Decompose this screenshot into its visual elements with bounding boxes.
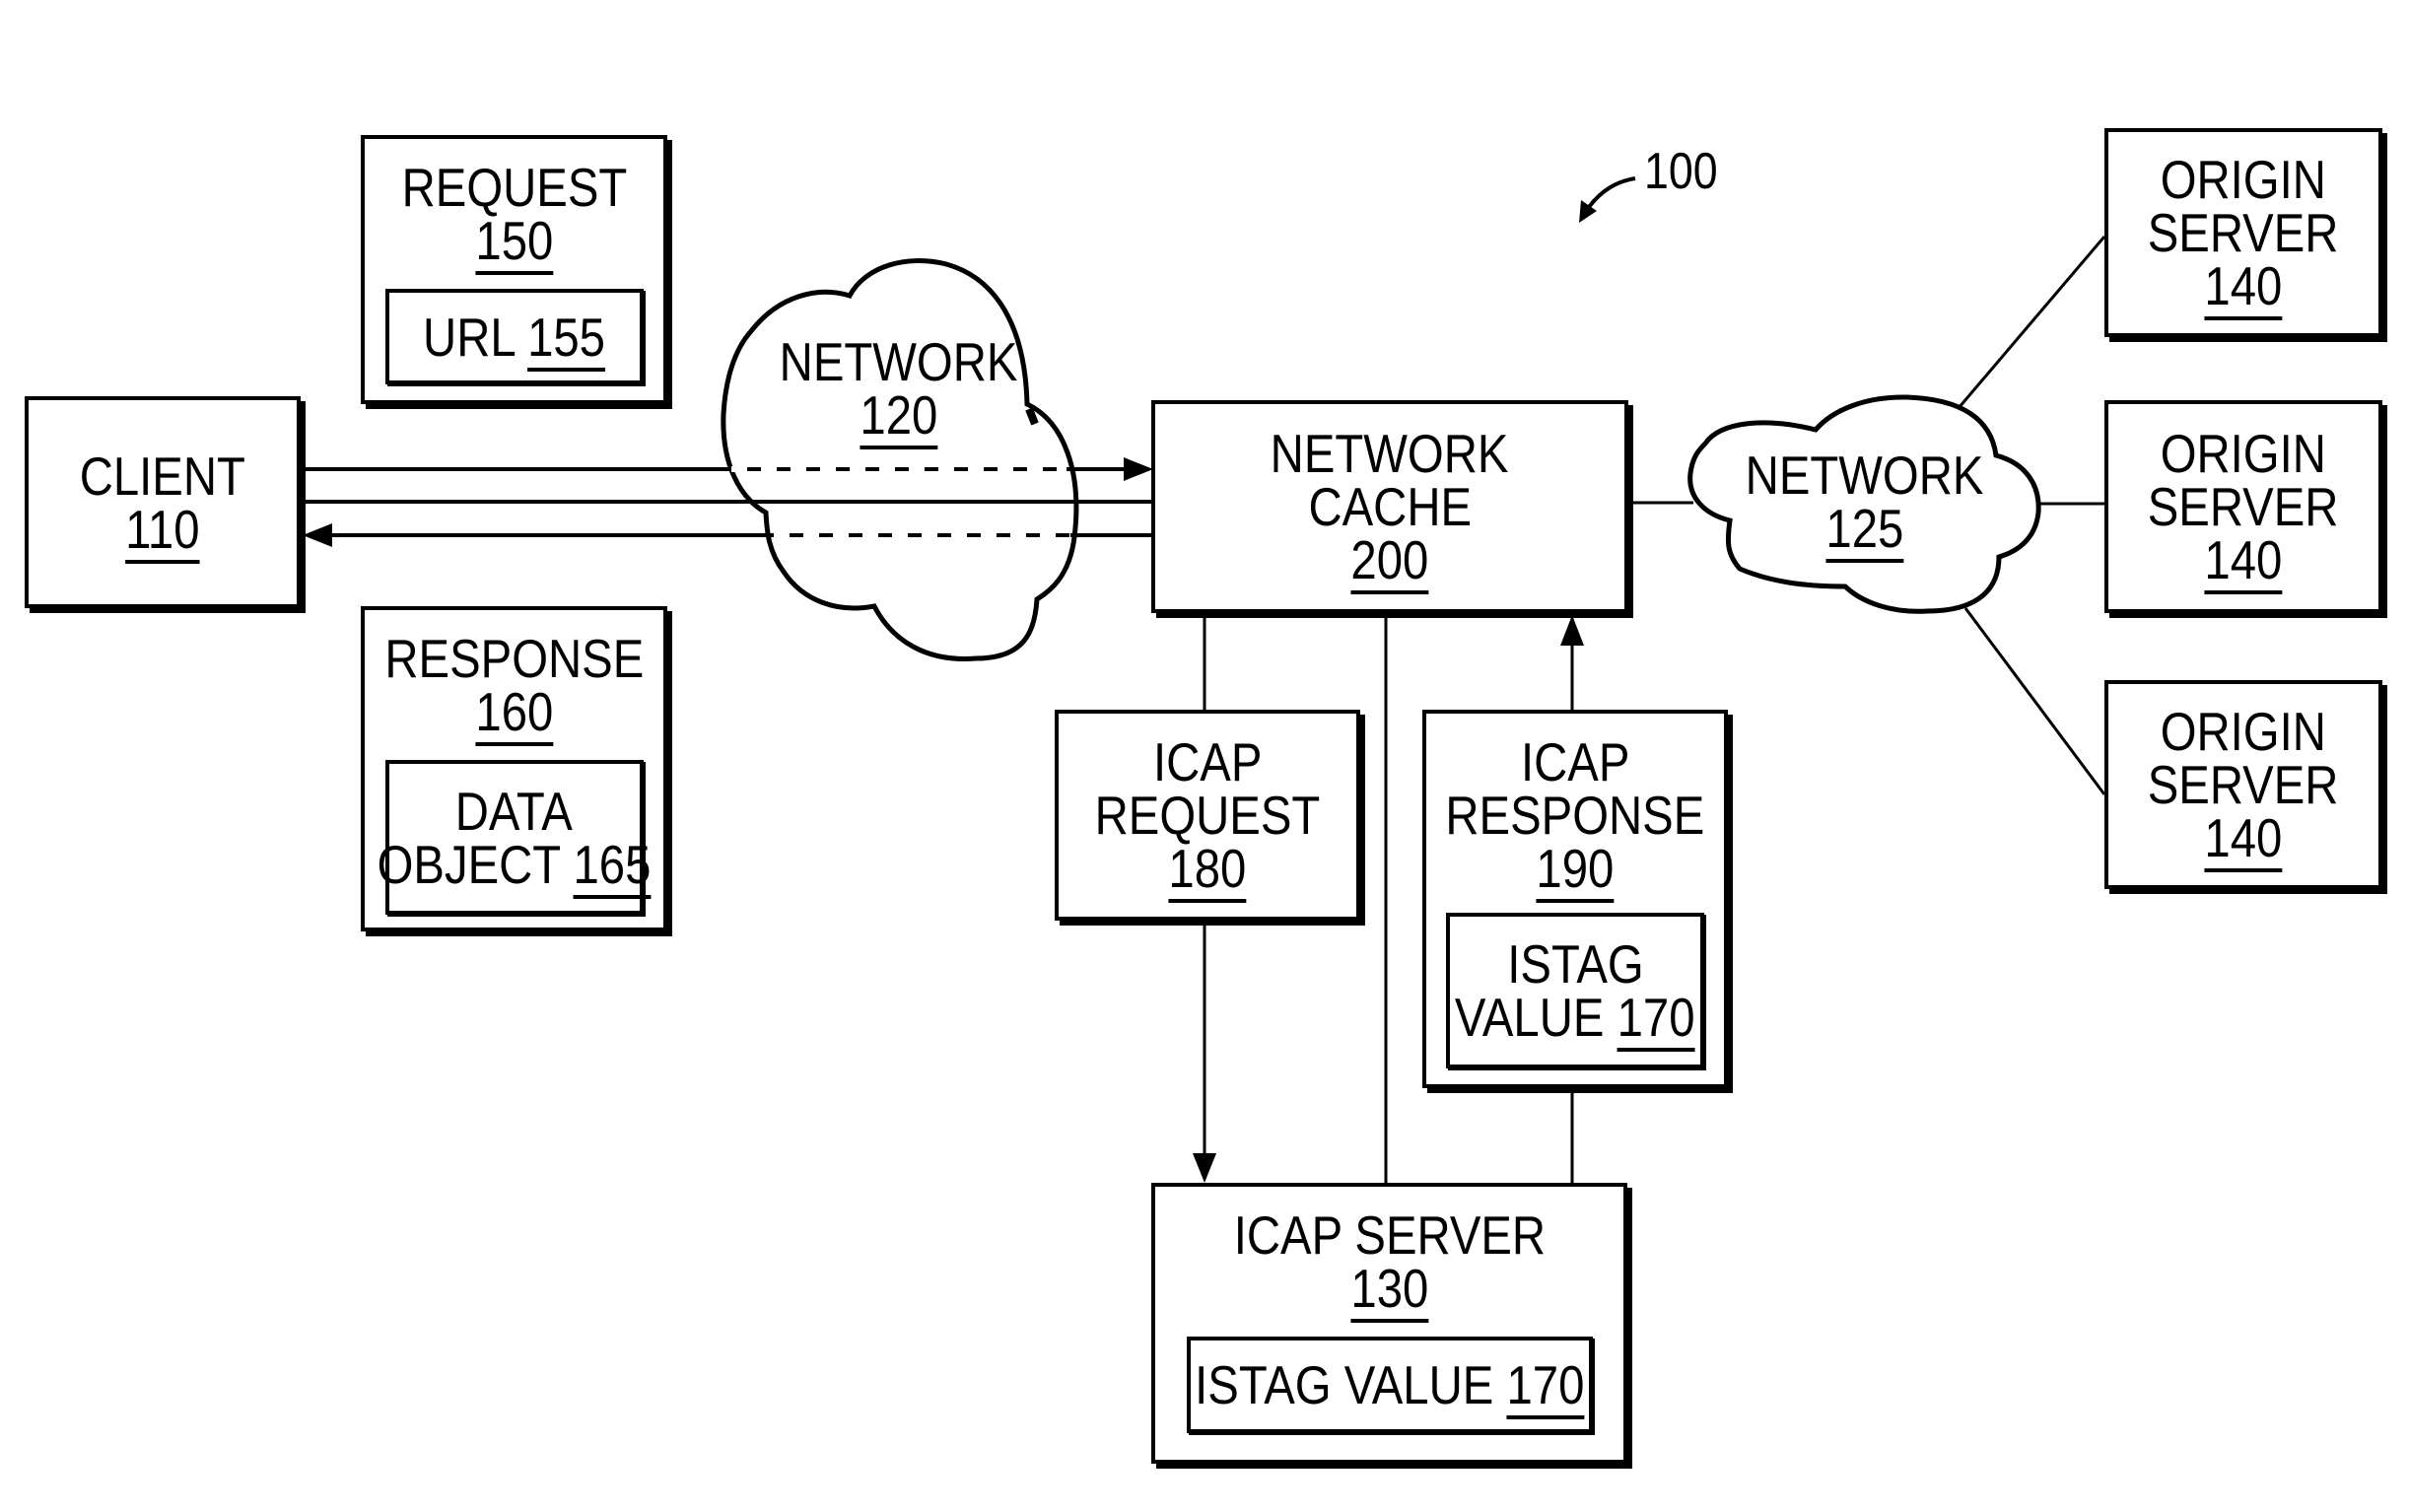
icap-request-ref: 180 [1168,838,1247,899]
istag-name: ISTAG VALUE [1194,1354,1494,1415]
origin-server-line1: ORIGIN [2160,423,2327,484]
figure-reference-label: 100 [1644,143,1718,200]
data-object-ref: 165 [573,833,652,895]
response-ref: 160 [475,681,553,742]
origin-server-ref: 140 [2204,807,2283,868]
data-object-box[interactable]: DATA OBJECT 165 [378,760,651,915]
icap-server-ref: 130 [1350,1258,1428,1319]
network-125-to-origin-3-line [1963,607,2106,795]
network-120-ref: 120 [860,384,938,446]
request-box[interactable]: REQUEST 150 URL 155 [361,135,667,404]
icap-request-arrowhead [1193,1153,1216,1183]
network-125-ref: 125 [1825,498,1904,559]
network-125-to-origin-1-line [1957,236,2106,409]
origin-server-line1: ORIGIN [2160,149,2327,210]
icap-request-line2: REQUEST [1094,785,1321,846]
origin-server-ref: 140 [2204,255,2283,316]
client-ref: 110 [125,498,200,560]
network-cache-box[interactable]: NETWORK CACHE 200 [1151,400,1628,613]
response-name: RESPONSE [384,628,644,689]
origin-server-line2: SERVER [2148,476,2339,537]
origin-server-line1: ORIGIN [2160,701,2327,762]
istag-line1: ISTAG [1506,933,1644,995]
icap-request-line1: ICAP [1152,731,1263,792]
icap-response-ref: 190 [1536,838,1615,899]
network-120-label[interactable]: NETWORK 120 [771,331,1027,443]
url-ref: 155 [527,306,605,368]
origin-server-line2: SERVER [2148,754,2339,815]
origin-server-box[interactable]: ORIGIN SERVER 140 [2104,400,2382,613]
request-name: REQUEST [401,157,627,218]
network-120-name: NETWORK [780,331,1018,392]
istag-line2: VALUE [1455,987,1605,1048]
icap-response-line1: ICAP [1520,731,1630,792]
url-name: URL [423,306,515,368]
url-box[interactable]: URL 155 [384,289,644,384]
client-name: CLIENT [79,445,246,507]
data-object-line1: DATA [454,780,574,842]
origin-server-line2: SERVER [2148,202,2339,263]
istag-value-box[interactable]: ISTAG VALUE 170 [1446,913,1704,1068]
icap-request-box[interactable]: ICAP REQUEST 180 [1055,710,1360,921]
origin-server-ref: 140 [2204,529,2283,590]
icap-server-name: ICAP SERVER [1233,1204,1546,1266]
data-object-line2: OBJECT [377,833,561,895]
istag-value-box[interactable]: ISTAG VALUE 170 [1186,1337,1593,1433]
network-125-label[interactable]: NETWORK 125 [1737,445,1993,556]
network-125-name: NETWORK [1746,445,1984,506]
request-ref: 150 [475,210,553,271]
network-cache-line2: CACHE [1308,476,1472,537]
network-120-cloud [721,258,1079,661]
origin-server-box[interactable]: ORIGIN SERVER 140 [2104,680,2382,889]
icap-server-box[interactable]: ICAP SERVER 130 ISTAG VALUE 170 [1151,1183,1627,1464]
network-cache-ref: 200 [1350,529,1429,590]
client-box[interactable]: CLIENT 110 [25,396,301,608]
client-to-cache-arrowhead [1124,457,1153,481]
icap-response-line2: RESPONSE [1445,785,1705,846]
network-cache-line1: NETWORK [1271,423,1509,484]
response-box[interactable]: RESPONSE 160 DATA OBJECT 165 [361,606,667,931]
origin-server-box[interactable]: ORIGIN SERVER 140 [2104,128,2382,337]
cache-to-client-arrowhead [303,523,332,547]
icap-response-arrowhead [1560,615,1584,646]
icap-response-box[interactable]: ICAP RESPONSE 190 ISTAG VALUE 170 [1422,710,1728,1088]
figure-reference-arrow [1587,176,1636,209]
istag-ref: 170 [1617,987,1695,1048]
istag-ref: 170 [1506,1354,1585,1415]
